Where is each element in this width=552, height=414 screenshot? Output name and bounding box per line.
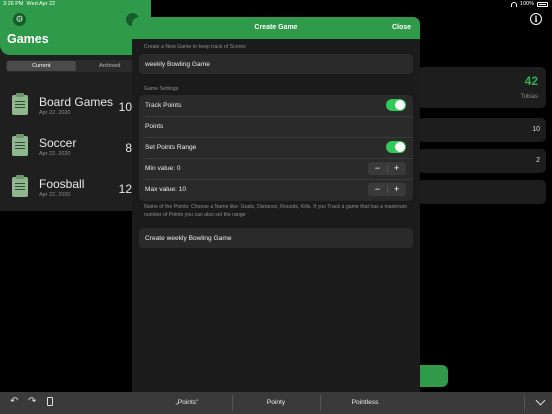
keyboard-shortcut-bar: ↶ ↷ „Points" Pointy Pointless (0, 392, 552, 414)
info-icon[interactable]: i (530, 13, 542, 25)
leader-card: 42 Tobias (418, 67, 546, 108)
undo-icon[interactable]: ↶ (10, 397, 18, 407)
settings-section-label: Game Settings (144, 86, 179, 92)
page-title: Games (7, 32, 49, 46)
detail-row-value: 2 (536, 157, 540, 164)
create-game-modal: Create Game Close Create a New Game to k… (132, 17, 420, 393)
paste-icon[interactable] (45, 397, 53, 410)
minus-icon[interactable]: − (368, 183, 387, 196)
game-count: 12 (118, 182, 132, 196)
suggestion-3[interactable]: Pointless (315, 399, 415, 406)
set-range-row: Set Points Range (139, 137, 413, 158)
battery-icon (537, 1, 548, 7)
points-name-row: Points (139, 116, 413, 137)
track-points-toggle[interactable] (386, 99, 406, 111)
detail-row-value: 10 (532, 126, 540, 133)
game-name: Foosball (39, 177, 85, 191)
min-value-stepper: − + (368, 162, 406, 175)
plus-icon[interactable]: + (387, 162, 406, 175)
track-points-label: Track Points (145, 102, 182, 109)
game-date: Apr 22, 2020 (39, 110, 71, 116)
game-list: Board Games Apr 22, 2020 10 Soccer Apr 2… (0, 82, 151, 205)
game-date: Apr 22, 2020 (39, 151, 71, 157)
leader-name: Tobias (520, 94, 538, 100)
plus-icon[interactable]: + (387, 183, 406, 196)
detail-row (418, 180, 546, 204)
minus-icon[interactable]: − (368, 162, 387, 175)
help-text: Name of the Points: Choose a Name like: … (144, 204, 407, 218)
max-value-row: Max value: 10 − + (139, 179, 413, 200)
games-segmented-control: Current Archived (6, 60, 145, 72)
wifi-icon (510, 1, 517, 7)
chevron-down-icon[interactable] (535, 395, 546, 406)
clipboard-icon (12, 175, 28, 197)
min-value-row: Min value: 0 − + (139, 158, 413, 179)
clipboard-icon (12, 134, 28, 156)
gear-icon[interactable]: ⚙ (13, 13, 26, 26)
clipboard-icon (12, 93, 28, 115)
max-value-label: Max value: 10 (145, 186, 187, 193)
detail-row: 2 (418, 149, 546, 173)
suggestion-divider (524, 395, 525, 411)
create-game-button[interactable]: Create weekly Bowling Game (139, 228, 413, 248)
game-settings-group: Track Points Points Set Points Range Min… (139, 95, 413, 201)
modal-title: Create Game (254, 24, 298, 31)
redo-icon[interactable]: ↷ (28, 397, 36, 407)
max-value-stepper: − + (368, 183, 406, 196)
suggestion-2[interactable]: Pointy (226, 399, 326, 406)
status-indicators: 100% (510, 1, 548, 7)
set-range-toggle[interactable] (386, 141, 406, 153)
detail-action-button[interactable] (418, 365, 448, 387)
track-points-row: Track Points (139, 95, 413, 116)
status-bar: 3:26 PM Wed Apr 22 100% (0, 0, 552, 9)
game-count: 8 (125, 141, 132, 155)
list-item[interactable]: Board Games Apr 22, 2020 10 (0, 82, 151, 123)
suggestion-1[interactable]: „Points" (137, 399, 237, 406)
list-item[interactable]: Soccer Apr 22, 2020 8 (0, 123, 151, 164)
game-name-input[interactable]: weekly Bowling Game (139, 54, 413, 74)
list-item[interactable]: Foosball Apr 22, 2020 12 (0, 164, 151, 205)
points-name-input[interactable]: Points (145, 123, 163, 130)
games-sidebar: ⚙ Games Current Archived Board Games Apr… (0, 0, 151, 211)
game-name: Board Games (39, 95, 114, 109)
game-date: Apr 22, 2020 (39, 192, 71, 198)
close-button[interactable]: Close (392, 24, 411, 31)
leader-score: 42 (524, 74, 538, 88)
intro-text: Create a New Game to keep track of Score… (144, 44, 246, 50)
set-range-label: Set Points Range (145, 144, 197, 151)
game-count: 10 (118, 100, 132, 114)
status-time: 3:26 PM Wed Apr 22 (3, 1, 56, 7)
min-value-label: Min value: 0 (145, 165, 181, 172)
detail-row: 10 (418, 118, 546, 142)
game-name: Soccer (39, 136, 77, 150)
segment-current[interactable]: Current (7, 61, 76, 71)
battery-percent: 100% (519, 1, 534, 7)
modal-header: Create Game Close (132, 17, 420, 39)
